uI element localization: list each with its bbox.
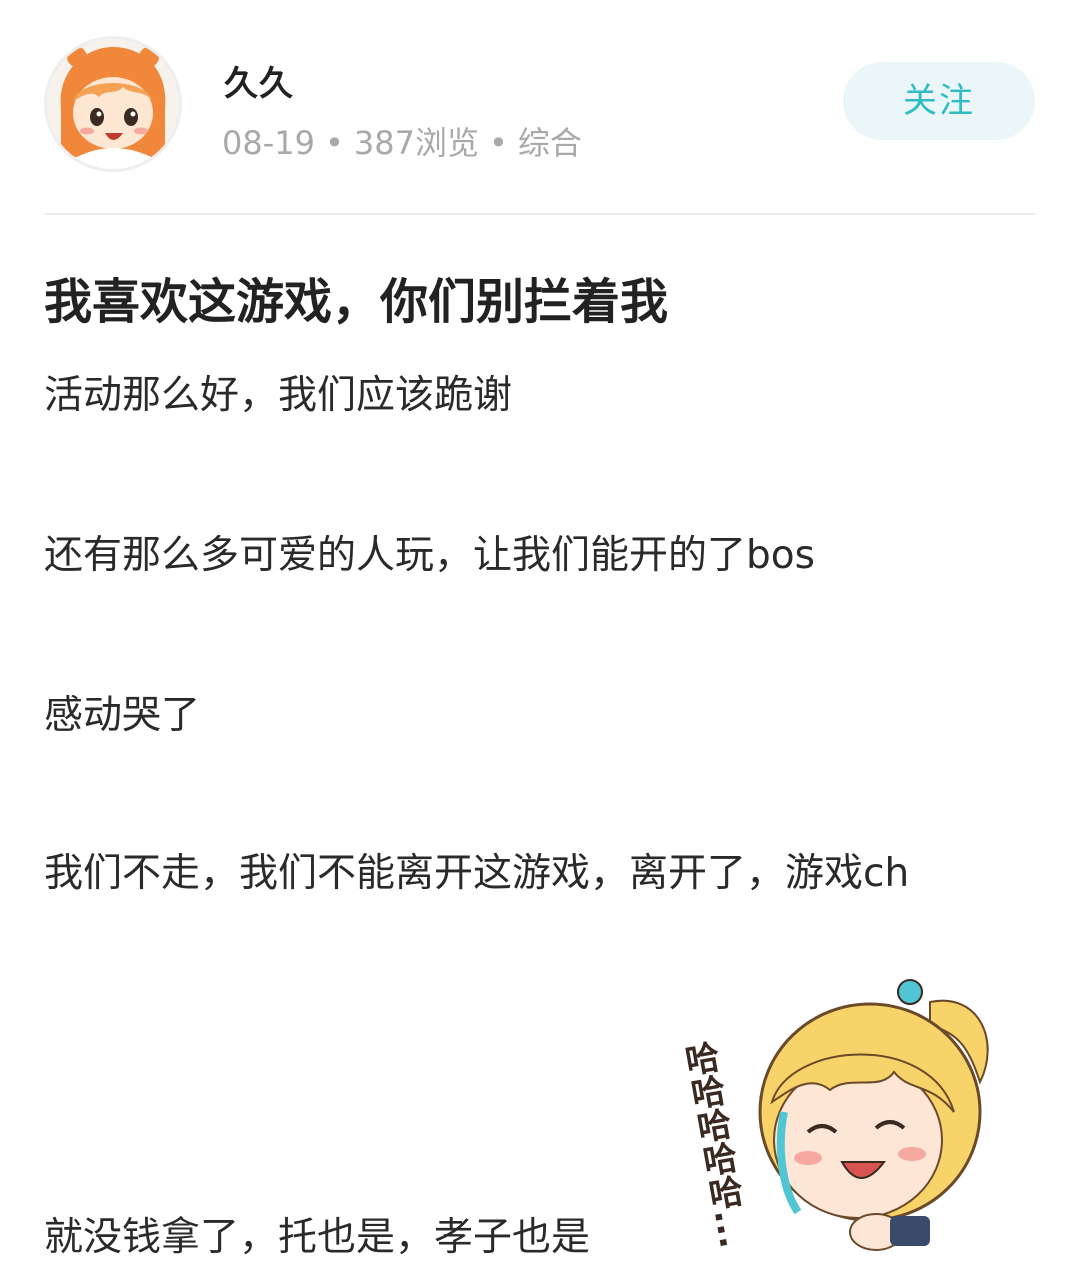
meta-separator: • bbox=[324, 124, 344, 162]
post-date: 08-19 bbox=[222, 124, 315, 162]
post-paragraph: 我们不走，我们不能离开这游戏，离开了，游戏ch bbox=[44, 851, 910, 896]
post-title: 我喜欢这游戏，你们别拦着我 bbox=[44, 274, 669, 330]
author-avatar[interactable] bbox=[44, 36, 182, 172]
post-header: 久久 08-19 • 387浏览 • 综合 关注 bbox=[0, 0, 1080, 214]
sticker-text: 哈哈哈哈哈... bbox=[680, 1038, 752, 1251]
meta-separator: • bbox=[488, 124, 508, 162]
post-meta: 08-19 • 387浏览 • 综合 bbox=[222, 118, 582, 164]
post-category[interactable]: 综合 bbox=[518, 124, 582, 162]
author-name[interactable]: 久久 bbox=[224, 56, 294, 105]
view-count: 387浏览 bbox=[353, 124, 479, 162]
post-paragraph: 就没钱拿了，托也是，孝子也是 bbox=[44, 1215, 591, 1260]
post-paragraph: 还有那么多可爱的人玩，让我们能开的了bos bbox=[44, 533, 815, 578]
post-paragraph: 活动那么好，我们应该跪谢 bbox=[44, 373, 513, 418]
follow-button[interactable]: 关注 bbox=[843, 62, 1035, 140]
laughing-sticker-image: 哈哈哈哈哈... bbox=[676, 962, 1010, 1262]
header-divider bbox=[44, 213, 1036, 215]
post-paragraph: 感动哭了 bbox=[44, 693, 201, 738]
